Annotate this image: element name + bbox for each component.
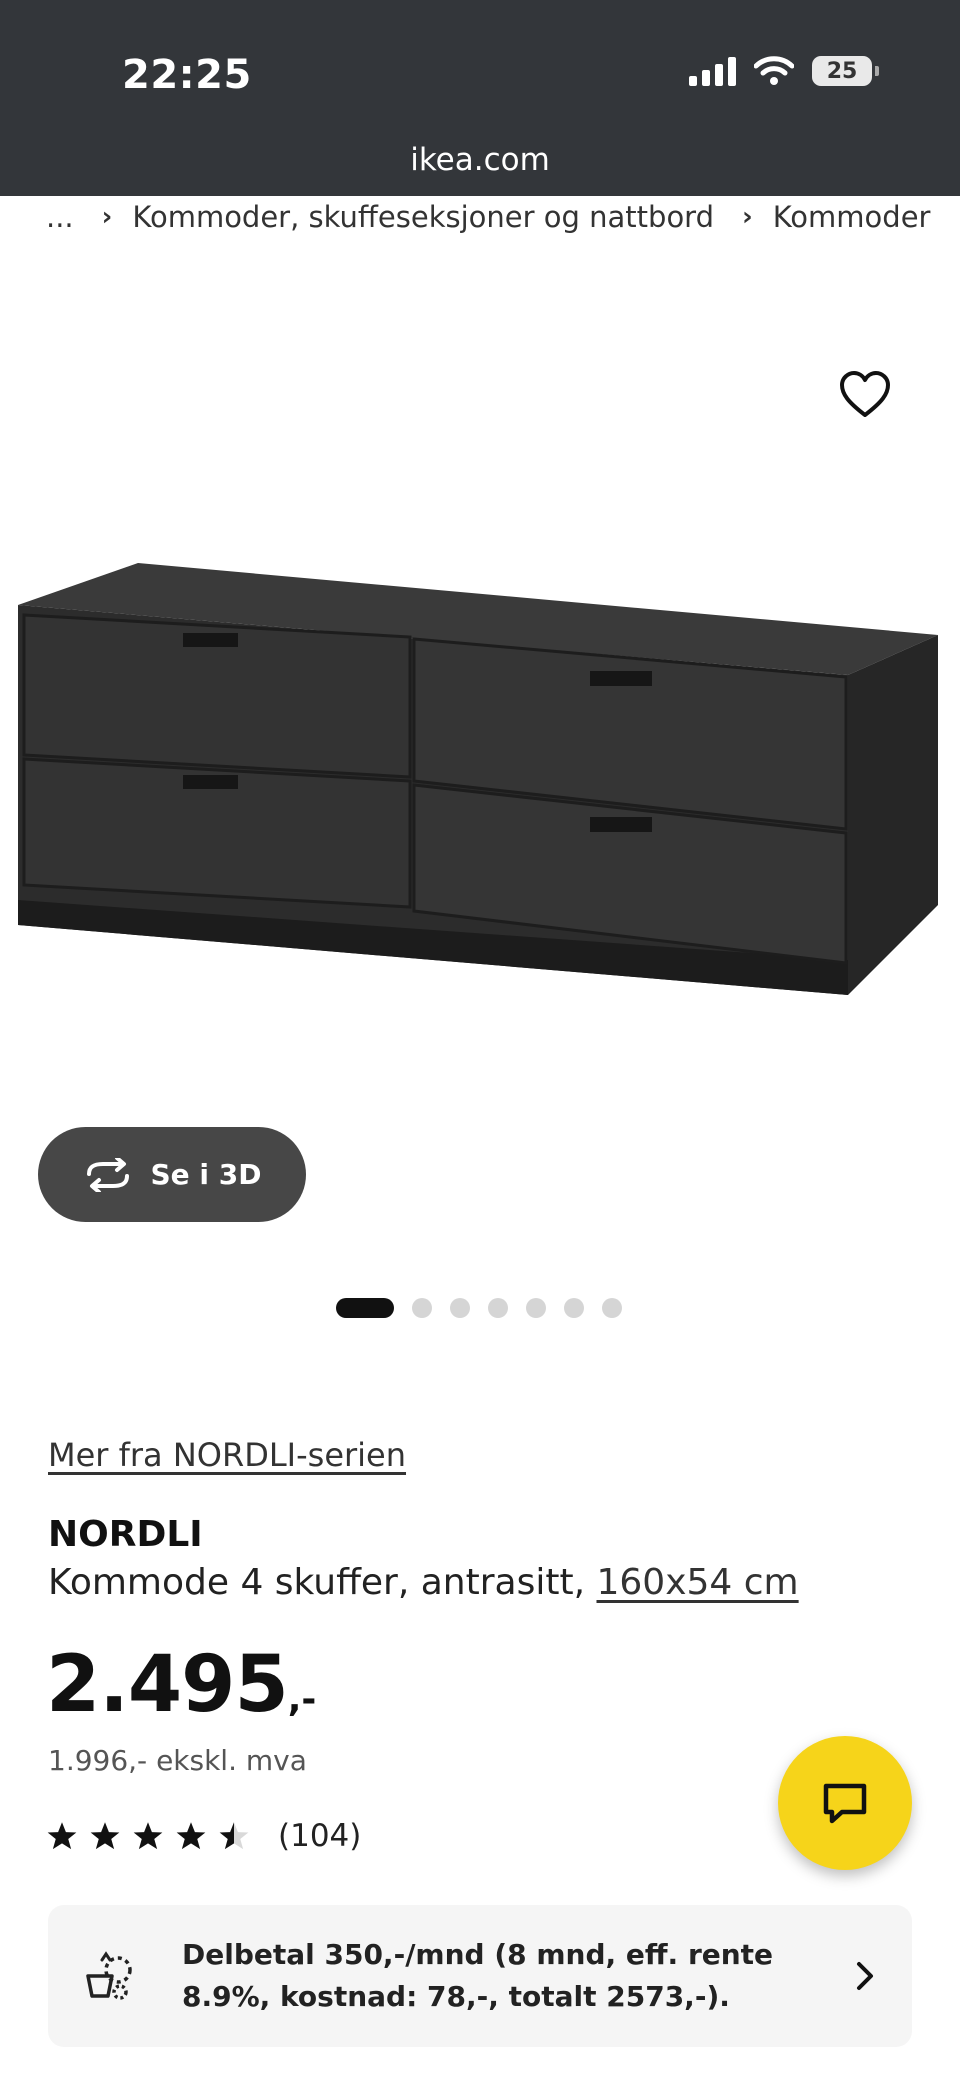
half-star-icon (219, 1822, 249, 1850)
carousel-pagination (336, 1298, 622, 1318)
piggy-bank-icon (86, 1951, 132, 2000)
chevron-right-icon: › (101, 202, 113, 232)
chevron-right-icon[interactable] (852, 1958, 878, 1994)
breadcrumb-link-kommoder-skuffeseksjoner[interactable]: Kommoder, skuffeseksjoner og nattbord (132, 200, 714, 234)
star-icon (90, 1822, 120, 1850)
chat-button[interactable] (778, 1736, 912, 1870)
price-ex-vat: 1.996,- ekskl. mva (48, 1744, 307, 1777)
star-icon (176, 1822, 206, 1850)
price-main: 2.495 (46, 1640, 289, 1730)
status-time: 22:25 (122, 52, 252, 98)
product-image[interactable] (18, 555, 943, 1015)
carousel-dot-7[interactable] (602, 1298, 622, 1318)
price-decimal: ,- (287, 1679, 317, 1720)
breadcrumb: ... › Kommoder, skuffeseksjoner og nattb… (46, 200, 930, 234)
star-icon (47, 1822, 77, 1850)
chat-icon (823, 1783, 867, 1824)
rating-count: (104) (278, 1818, 362, 1854)
carousel-dot-1[interactable] (336, 1298, 394, 1318)
carousel-dot-5[interactable] (526, 1298, 546, 1318)
cellular-signal-icon (689, 56, 736, 86)
carousel-dot-3[interactable] (450, 1298, 470, 1318)
product-rating[interactable]: (104) (46, 1818, 361, 1854)
rotate-3d-icon (86, 1157, 129, 1192)
breadcrumb-link-kommoder[interactable]: Kommoder (773, 200, 931, 234)
star-icon (133, 1822, 163, 1850)
carousel-dot-2[interactable] (412, 1298, 432, 1318)
product-description-text: Kommode 4 skuffer, antrasitt, (48, 1562, 597, 1603)
wifi-icon (754, 56, 794, 85)
battery-icon: 25 (812, 56, 879, 86)
financing-text: Delbetal 350,-/mnd (8 mnd, eff. rente 8.… (182, 1938, 774, 2013)
status-icons: 25 (689, 56, 879, 86)
status-bar: 22:25 25 ikea.com (0, 0, 960, 196)
breadcrumb-ellipsis[interactable]: ... (46, 200, 74, 234)
financing-offer[interactable]: Delbetal 350,-/mnd (8 mnd, eff. rente 8.… (48, 1905, 912, 2047)
carousel-dot-6[interactable] (564, 1298, 584, 1318)
product-size-link[interactable]: 160x54 cm (596, 1562, 798, 1603)
series-link[interactable]: Mer fra NORDLI-serien (48, 1436, 406, 1474)
product-description: Kommode 4 skuffer, antrasitt, 160x54 cm (48, 1562, 799, 1603)
product-name: NORDLI (48, 1514, 203, 1555)
carousel-dot-4[interactable] (488, 1298, 508, 1318)
view-3d-button[interactable]: Se i 3D (38, 1127, 306, 1222)
heart-icon[interactable] (838, 370, 892, 420)
address-bar[interactable]: ikea.com (0, 142, 960, 178)
rating-stars (46, 1821, 250, 1851)
product-price: 2.495,- (46, 1640, 316, 1730)
chevron-right-icon: › (742, 202, 753, 232)
view-3d-label: Se i 3D (150, 1158, 262, 1191)
